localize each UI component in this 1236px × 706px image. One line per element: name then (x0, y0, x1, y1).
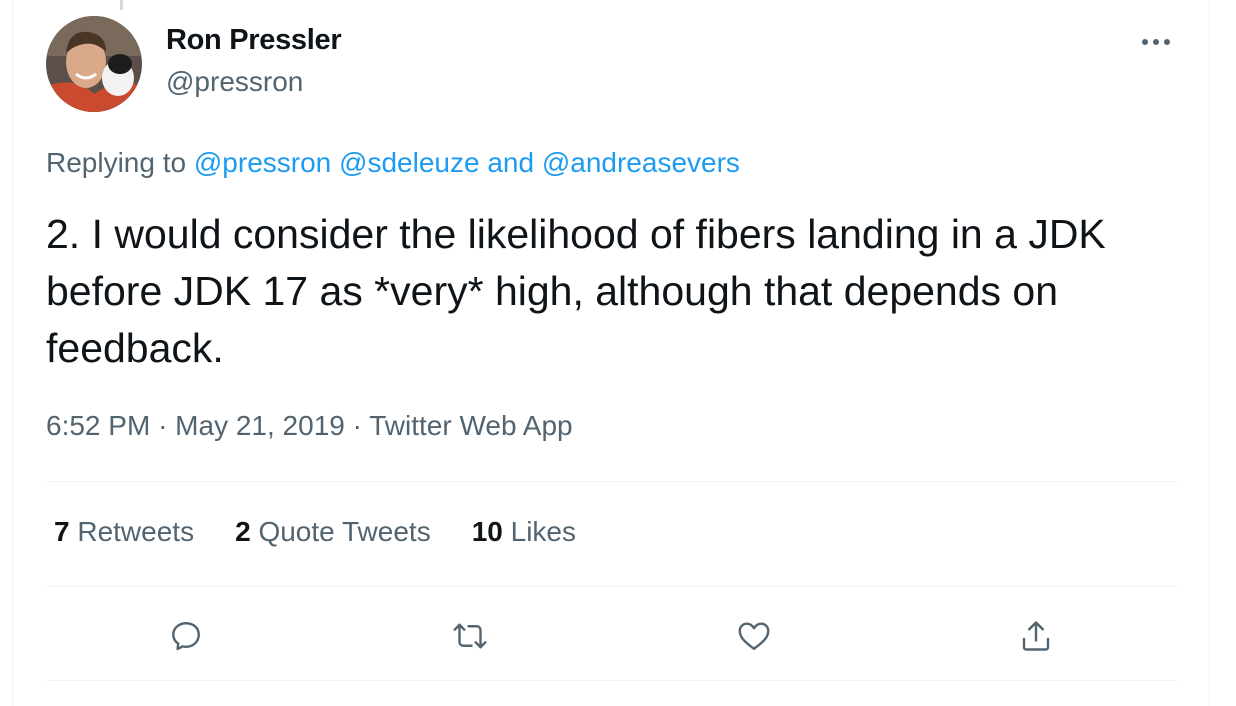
retweet-button[interactable] (446, 612, 494, 660)
likes-label: Likes (510, 516, 577, 547)
ellipsis-icon (1142, 39, 1170, 45)
avatar-photo (46, 16, 142, 112)
mention-link-andreasevers[interactable]: @andreasevers (542, 147, 740, 178)
tweet-time[interactable]: 6:52 PM (46, 410, 150, 441)
share-button[interactable] (1012, 612, 1060, 660)
action-bar (0, 612, 1236, 660)
reply-icon (172, 622, 200, 651)
divider (46, 680, 1178, 681)
like-icon (738, 622, 770, 650)
divider (46, 481, 1178, 482)
tweet-date[interactable]: May 21, 2019 (175, 410, 345, 441)
tweet-source[interactable]: Twitter Web App (369, 410, 572, 441)
retweet-icon (453, 623, 487, 649)
likes-stat[interactable]: 10 Likes (472, 516, 576, 548)
divider (46, 586, 1178, 587)
retweets-count: 7 (54, 516, 70, 547)
quote-tweets-count: 2 (235, 516, 251, 547)
tweet-text: 2. I would consider the likelihood of fi… (46, 211, 1106, 371)
quote-tweets-label: Quote Tweets (258, 516, 431, 547)
mention-link-sdeleuze[interactable]: @sdeleuze (339, 147, 480, 178)
engagement-stats: 7 Retweets 2 Quote Tweets 10 Likes (54, 516, 576, 548)
mention-and[interactable]: and (487, 147, 534, 178)
replying-to-line: Replying to @pressron @sdeleuze and @and… (46, 147, 740, 179)
meta-separator: · (352, 410, 362, 441)
avatar[interactable] (46, 16, 142, 112)
mention-link-pressron[interactable]: @pressron (194, 147, 331, 178)
share-icon (1022, 621, 1050, 651)
retweets-label: Retweets (77, 516, 195, 547)
reply-button[interactable] (162, 612, 210, 660)
like-button[interactable] (730, 612, 778, 660)
quote-tweets-stat[interactable]: 2 Quote Tweets (235, 516, 431, 548)
tweet-metadata: 6:52 PM · May 21, 2019 · Twitter Web App (46, 410, 573, 442)
more-options-button[interactable] (1136, 28, 1176, 56)
author-name[interactable]: Ron Pressler (166, 24, 342, 57)
likes-count: 10 (471, 516, 503, 547)
author-handle[interactable]: @pressron (166, 66, 303, 98)
thread-connector-line (120, 0, 123, 10)
retweets-stat[interactable]: 7 Retweets (54, 516, 194, 548)
meta-separator: · (158, 410, 168, 441)
replying-prefix: Replying to (46, 147, 187, 178)
